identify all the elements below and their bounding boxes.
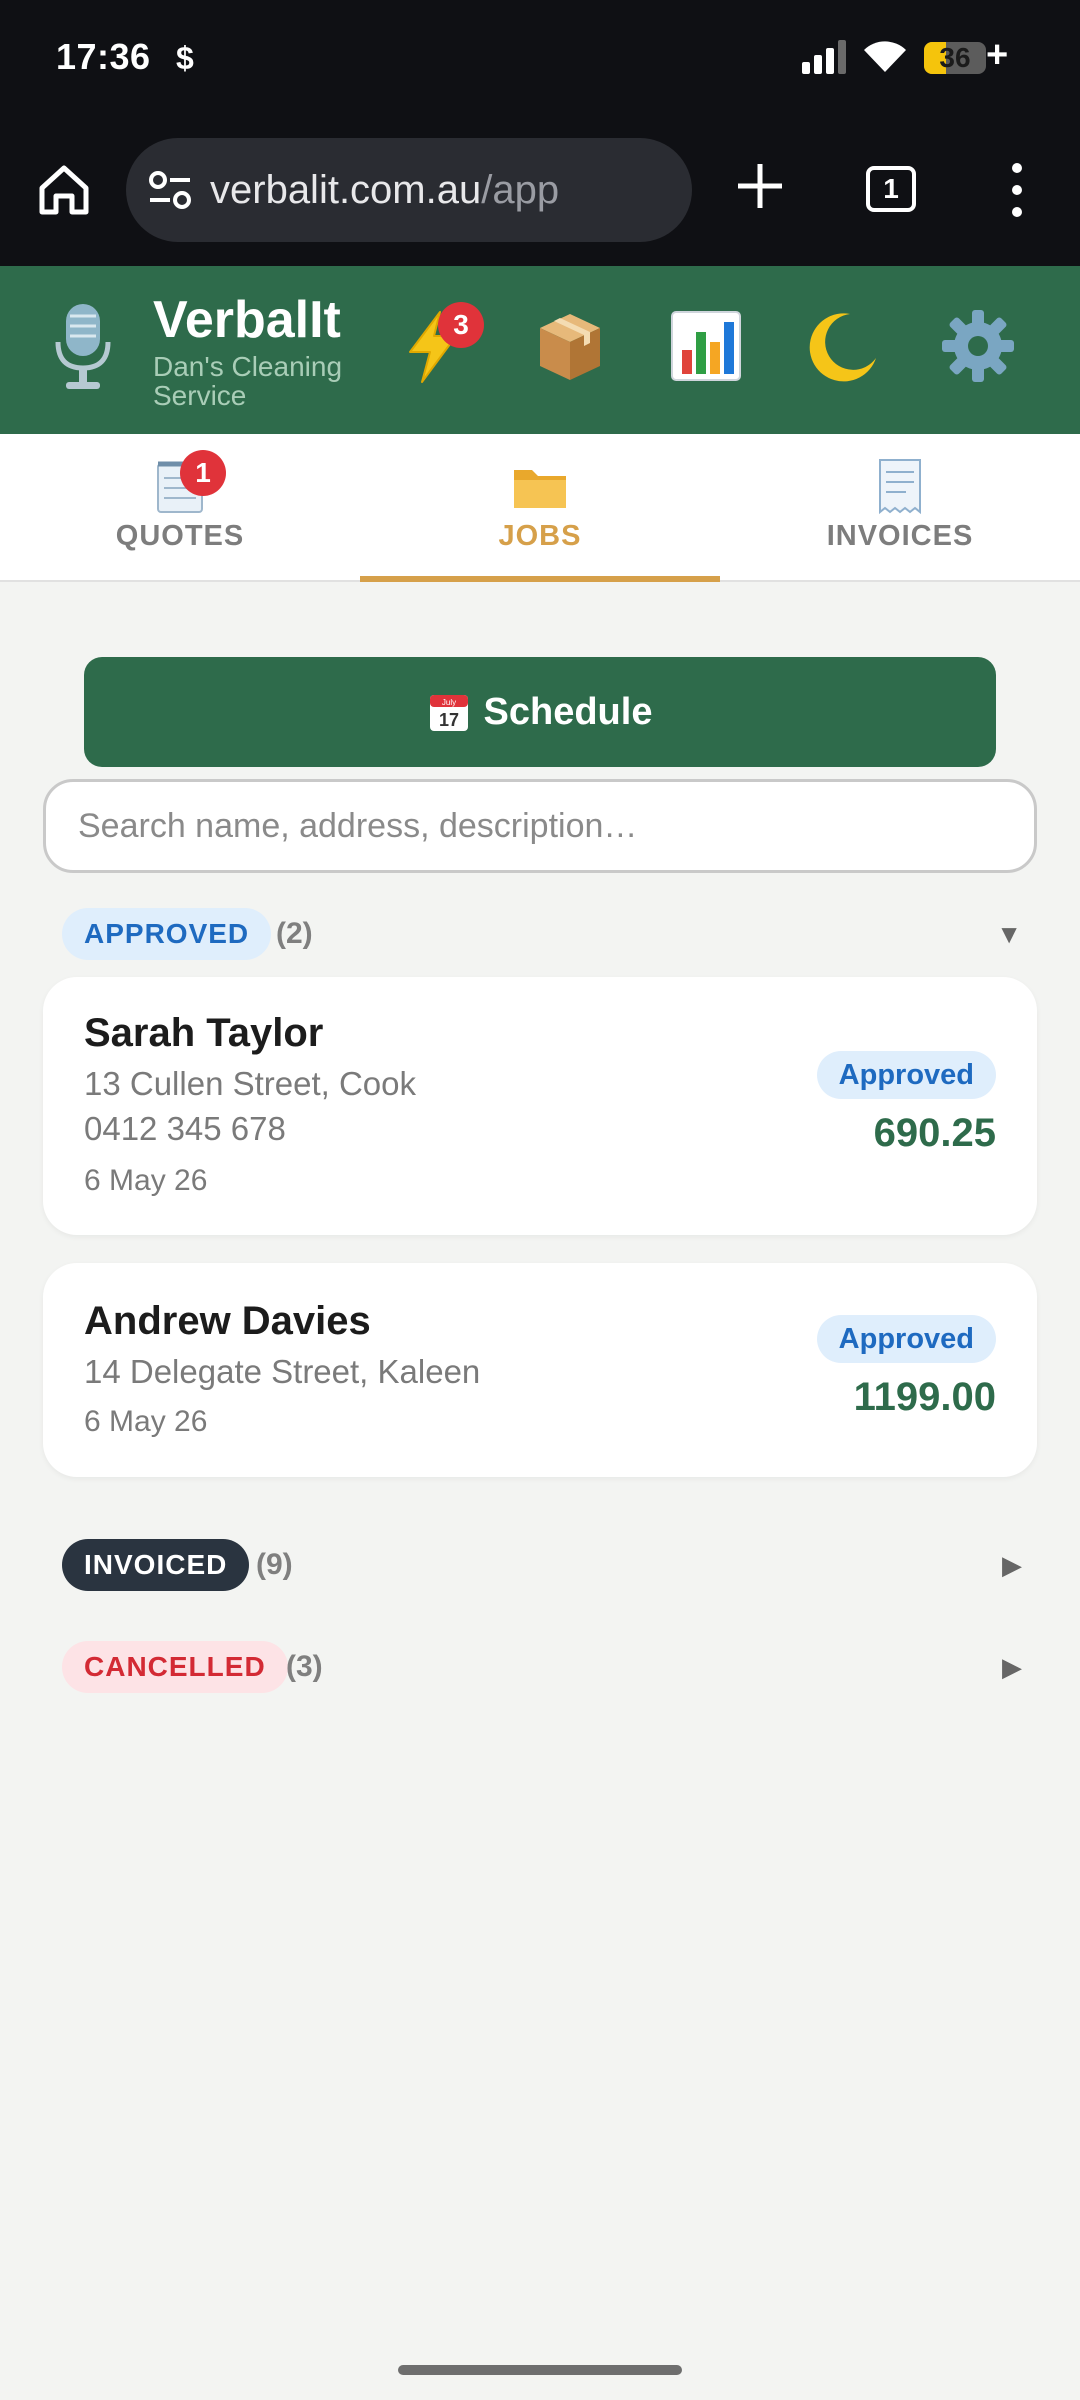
expand-caret-icon: ▶	[1002, 1550, 1022, 1580]
job-date: 6 May 26	[84, 1164, 208, 1197]
status-bar: 17:36 $ 36 +	[0, 0, 1080, 118]
group-header-invoiced[interactable]: INVOICED (9) ▶	[62, 1539, 1022, 1591]
tab-quotes[interactable]: 1 QUOTES	[0, 434, 360, 582]
url-domain: verbalit.com.au	[210, 168, 482, 212]
battery-percent: 36	[939, 42, 971, 73]
gear-icon	[942, 310, 1014, 382]
group-count-approved: (2)	[276, 917, 313, 950]
business-name: Dan's Cleaning Service	[153, 351, 343, 411]
package-icon	[540, 314, 600, 380]
tab-invoices[interactable]: INVOICES	[720, 434, 1080, 582]
calendar-month: July	[441, 698, 455, 707]
signal-icon	[802, 40, 846, 74]
receipt-icon	[879, 459, 921, 515]
tab-quotes-badge: 1	[180, 450, 226, 496]
browser-toolbar: verbalit.com.au/app 1	[0, 118, 1080, 266]
battery-icon: 36	[924, 42, 986, 74]
calendar-day: 17	[439, 710, 459, 730]
site-settings-icon[interactable]	[148, 170, 192, 210]
tab-quotes-label: QUOTES	[115, 520, 245, 552]
group-header-approved[interactable]: APPROVED (2) ▼	[62, 908, 1022, 960]
notification-badge: 3	[438, 302, 484, 348]
job-amount: 1199.00	[853, 1375, 996, 1419]
url-text: verbalit.com.au/app	[210, 168, 559, 213]
schedule-button[interactable]: July 17 Schedule	[84, 657, 996, 767]
status-time: 17:36	[56, 36, 151, 77]
more-vert-icon[interactable]	[1000, 160, 1034, 220]
job-address: 14 Delegate Street, Kaleen	[84, 1353, 481, 1390]
address-bar[interactable]: verbalit.com.au/app	[126, 138, 692, 242]
gesture-home-indicator[interactable]	[398, 2365, 682, 2375]
inventory-button[interactable]	[530, 306, 610, 386]
job-date: 6 May 26	[84, 1405, 208, 1438]
group-label-invoiced: INVOICED	[62, 1539, 250, 1591]
job-amount: 690.25	[873, 1111, 996, 1155]
schedule-label: Schedule	[483, 690, 653, 733]
plus-icon[interactable]	[734, 160, 786, 212]
moon-icon	[809, 313, 876, 382]
calendar-icon: July 17	[429, 695, 468, 731]
job-address: 13 Cullen Street, Cook	[84, 1065, 417, 1102]
tab-jobs-label: JOBS	[498, 520, 582, 552]
url-path: /app	[481, 168, 560, 212]
group-label-approved: APPROVED	[62, 908, 272, 960]
dark-mode-button[interactable]	[802, 306, 882, 386]
job-customer-name: Andrew Davies	[84, 1299, 371, 1343]
collapse-caret-icon: ▼	[996, 919, 1022, 949]
status-badge: Approved	[816, 1315, 996, 1363]
job-card[interactable]: Sarah Taylor 13 Cullen Street, Cook 0412…	[43, 977, 1037, 1235]
group-label-cancelled: CANCELLED	[62, 1641, 288, 1693]
group-count-invoiced: (9)	[256, 1548, 293, 1581]
group-header-cancelled[interactable]: CANCELLED (3) ▶	[62, 1641, 1022, 1693]
tabs-icon[interactable]: 1	[866, 166, 916, 212]
job-phone: 0412 345 678	[84, 1110, 286, 1147]
status-badge: Approved	[816, 1051, 996, 1099]
job-customer-name: Sarah Taylor	[84, 1011, 324, 1055]
app-title: VerbalIt	[153, 291, 341, 349]
search-input[interactable]	[43, 779, 1037, 873]
tab-invoices-label: INVOICES	[826, 520, 974, 552]
section-tabs: 1 QUOTES JOBS INVOICES	[0, 434, 1080, 582]
chart-icon	[671, 311, 741, 381]
battery-saver-plus: +	[986, 34, 1009, 76]
active-tab-indicator	[360, 576, 720, 582]
tab-jobs[interactable]: JOBS	[360, 434, 720, 582]
settings-button[interactable]	[938, 306, 1018, 386]
group-count-cancelled: (3)	[286, 1650, 323, 1683]
reports-button[interactable]	[666, 306, 746, 386]
folder-icon	[514, 470, 566, 508]
wifi-icon	[864, 41, 906, 72]
job-card[interactable]: Andrew Davies 14 Delegate Street, Kaleen…	[43, 1263, 1037, 1477]
expand-caret-icon: ▶	[1002, 1652, 1022, 1682]
microphone-icon	[55, 304, 111, 389]
home-icon[interactable]	[36, 162, 92, 218]
app-header: VerbalIt Dan's Cleaning Service 3	[0, 266, 1080, 434]
dollar-icon: $	[176, 40, 194, 76]
